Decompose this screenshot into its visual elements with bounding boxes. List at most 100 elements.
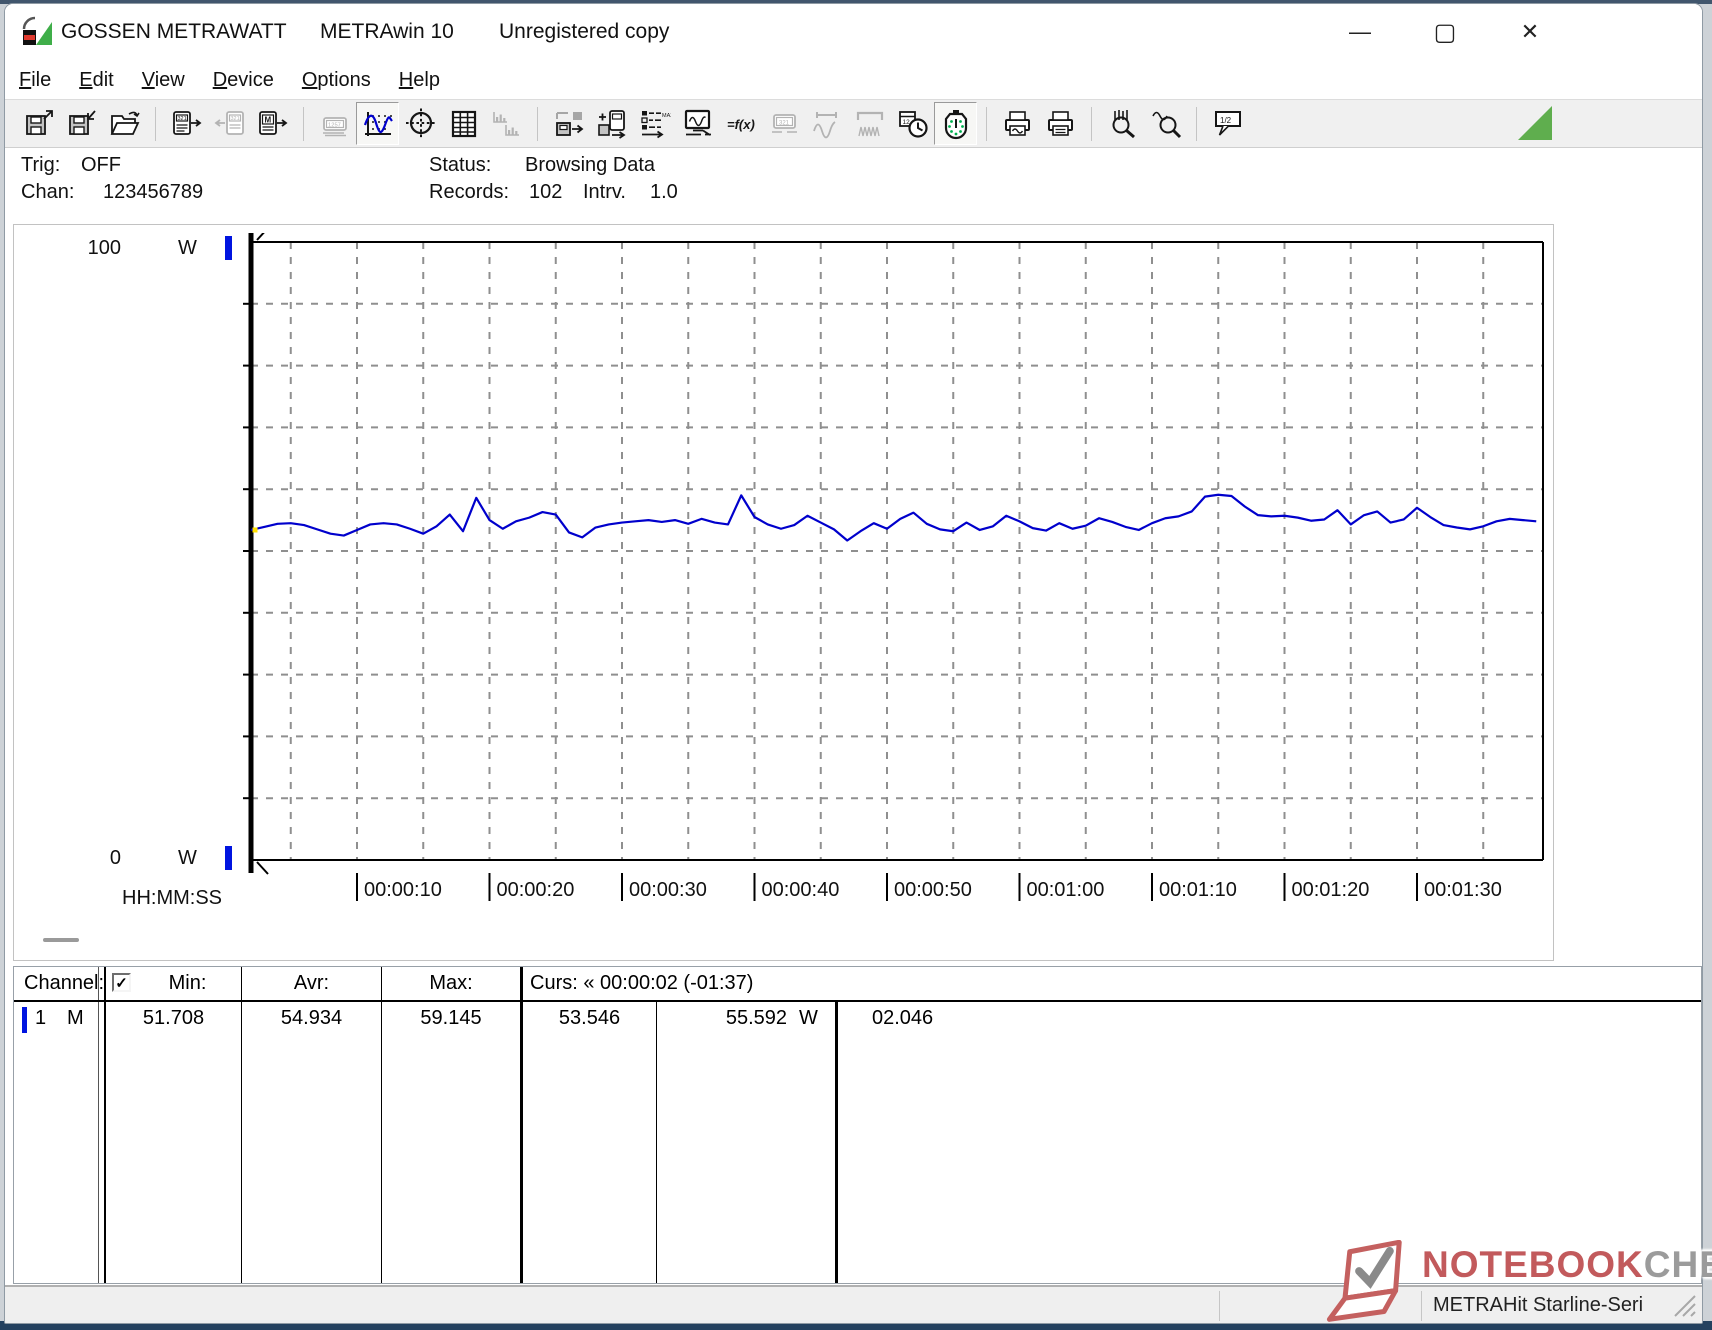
col-header-min: Min:	[168, 972, 207, 994]
formula-icon: =f(x)	[727, 117, 755, 132]
save-as-button[interactable]	[60, 102, 103, 145]
toolbar: 321 321 M 1257 MAX =f(x) 321 12 1/2	[5, 99, 1702, 148]
formula-button[interactable]: =f(x)	[719, 102, 762, 145]
svg-text:321: 321	[779, 120, 790, 126]
app-logo-icon	[21, 15, 53, 56]
annotation-button[interactable]: 1/2	[1206, 102, 1249, 145]
connected-device-name: METRAHit Starline-Seri	[1433, 1294, 1644, 1316]
time-setup-icon: 12	[898, 110, 928, 138]
toolbar-separator	[155, 106, 156, 141]
checkbox-check-icon: ✓	[115, 974, 128, 992]
menu-item-view[interactable]: View	[142, 69, 185, 92]
export-data-button[interactable]	[547, 102, 590, 145]
export-data-icon	[555, 111, 583, 136]
svg-text:00:01:30: 00:01:30	[1424, 879, 1502, 901]
svg-text:=f(x): =f(x)	[727, 117, 755, 132]
col-header-cursor: Curs: « 00:00:02 (-01:37)	[530, 972, 754, 994]
channel-color-bar	[22, 1007, 27, 1033]
svg-text:00:00:40: 00:00:40	[762, 879, 840, 901]
menu-item-edit[interactable]: Edit	[79, 69, 113, 92]
device-store-button[interactable]	[590, 102, 633, 145]
write-device-icon: 321	[214, 110, 244, 135]
time-setup-button[interactable]: 12	[891, 102, 934, 145]
svg-text:00:01:00: 00:01:00	[1027, 879, 1105, 901]
xy-view-button[interactable]	[399, 102, 442, 145]
print-button[interactable]	[1039, 102, 1082, 145]
analog-view-button	[805, 102, 848, 145]
table-view-icon	[451, 110, 476, 137]
chart-plot[interactable]: 00:00:10 00:00:20 00:00:30 00:00:40 00:00:50…	[243, 233, 1553, 935]
sampling-view-button	[848, 102, 891, 145]
acquisition-status-panel: Trig: OFF Chan: 123456789 Status: Browsi…	[5, 148, 1702, 224]
interval-value: 1.0	[650, 181, 678, 203]
toolbar-separator	[537, 106, 538, 141]
open-file-icon	[110, 111, 140, 135]
svg-text:1/2: 1/2	[1220, 116, 1232, 125]
close-button[interactable]: ✕	[1505, 14, 1555, 50]
resize-grip[interactable]	[1671, 1292, 1697, 1323]
cursor-b-value: 55.592	[725, 1007, 787, 1029]
svg-text:00:00:10: 00:00:10	[364, 879, 442, 901]
zoom-time-button[interactable]	[1101, 102, 1144, 145]
avr-value: 54.934	[280, 1007, 343, 1029]
svg-text:00:00:20: 00:00:20	[497, 879, 575, 901]
read-memory-icon: M	[258, 110, 287, 135]
analog-view-icon	[812, 111, 837, 138]
maximize-button[interactable]: ▢	[1420, 14, 1470, 50]
monitor-view-icon	[684, 109, 711, 136]
svg-text:321: 321	[177, 116, 186, 122]
status-bar: METRAHit Starline-Seri	[5, 1285, 1702, 1323]
svg-text:00:00:50: 00:00:50	[894, 879, 972, 901]
interval-label: Intrv.	[583, 181, 626, 203]
toolbar-separator	[1196, 106, 1197, 141]
print-preview-button[interactable]	[996, 102, 1039, 145]
minimize-button[interactable]: —	[1335, 14, 1385, 50]
table-view-button[interactable]	[442, 102, 485, 145]
histogram-view-button	[485, 102, 528, 145]
channel-setup-button[interactable]: MAX	[633, 102, 676, 145]
app-title: GOSSEN METRAWATT	[61, 20, 287, 43]
records-label: Records:	[429, 181, 510, 203]
chart-view-button[interactable]	[356, 102, 399, 145]
monitor-view-button[interactable]	[676, 102, 719, 145]
numeric-display-button: 1257	[313, 102, 356, 145]
menu-item-file[interactable]: File	[19, 69, 51, 92]
y-axis-min-label: 0	[109, 847, 121, 869]
channel-visibility-checkbox[interactable]: ✓	[112, 973, 131, 992]
pane-splitter-handle[interactable]	[43, 938, 79, 942]
open-file-button[interactable]	[103, 102, 146, 145]
live-gauge-button[interactable]	[934, 102, 977, 145]
mini-display-button: 321	[762, 102, 805, 145]
menu-item-device[interactable]: Device	[213, 69, 274, 92]
read-device-button[interactable]: 321	[165, 102, 208, 145]
menu-item-options[interactable]: Options	[302, 69, 371, 92]
zoom-amplitude-button[interactable]	[1144, 102, 1187, 145]
menu-item-help[interactable]: Help	[399, 69, 440, 92]
svg-text:00:01:10: 00:01:10	[1159, 879, 1237, 901]
svg-text:00:00:30: 00:00:30	[629, 879, 707, 901]
annotation-icon: 1/2	[1214, 110, 1241, 136]
read-memory-button[interactable]: M	[251, 102, 294, 145]
print-icon	[1047, 110, 1073, 136]
chart-view-icon	[363, 111, 393, 136]
cursor-unit: W	[799, 1007, 818, 1029]
channel-value: 123456789	[103, 181, 204, 203]
save-as-icon	[68, 109, 96, 135]
svg-text:00:01:20: 00:01:20	[1292, 879, 1370, 901]
col-header-avr: Avr:	[293, 972, 330, 994]
numeric-display-icon: 1257	[322, 116, 347, 136]
read-device-icon: 321	[172, 110, 201, 135]
save-to-file-button[interactable]	[17, 102, 60, 145]
status-label: Status:	[429, 154, 492, 176]
xy-view-icon	[405, 108, 436, 137]
status-bar-divider	[1219, 1291, 1220, 1321]
print-preview-icon	[1004, 110, 1030, 136]
toolbar-accent-triangle-icon	[1517, 105, 1553, 146]
table-divider	[835, 1001, 838, 1283]
table-divider	[656, 1001, 657, 1283]
toolbar-separator	[1091, 106, 1092, 141]
mini-display-icon: 321	[771, 113, 797, 133]
zoom-time-icon	[1112, 109, 1135, 138]
min-value: 51.708	[142, 1007, 205, 1029]
svg-text:MAX: MAX	[662, 113, 671, 119]
